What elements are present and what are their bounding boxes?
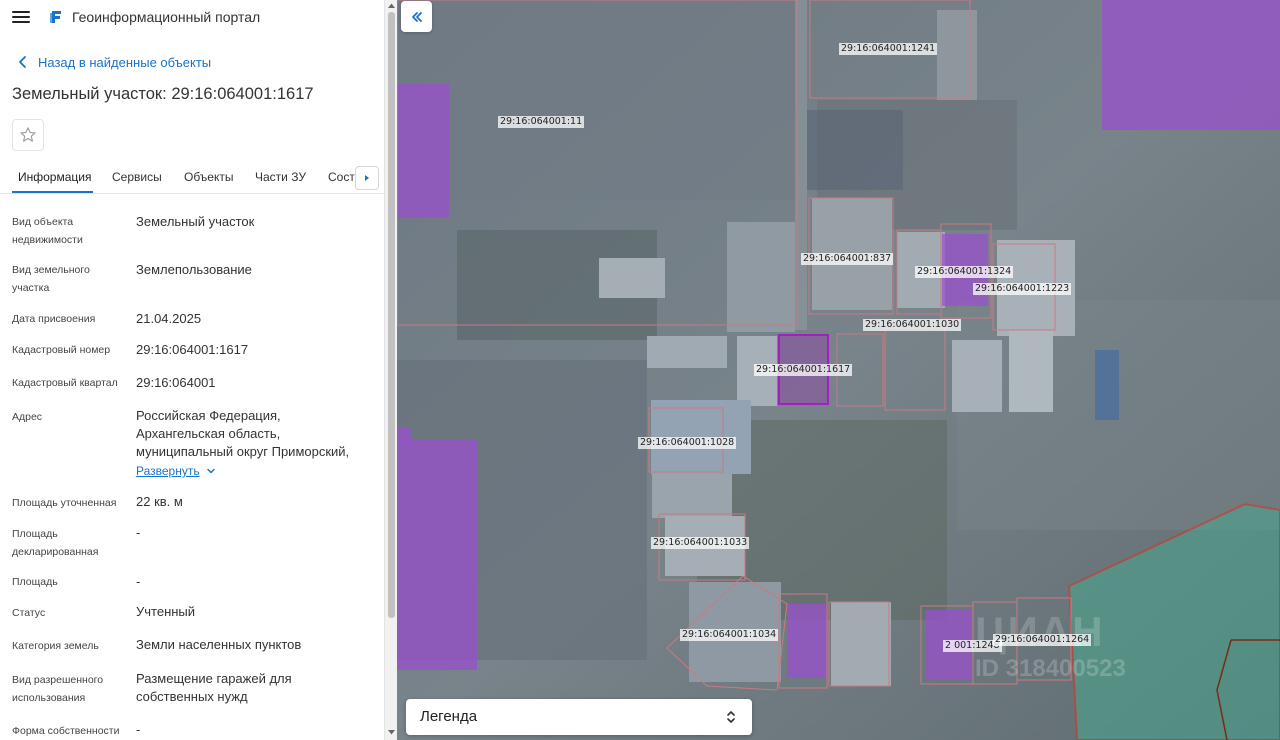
expand-address-link[interactable]: Развернуть [136, 464, 216, 478]
label-area-declared: Площадь декларированная [12, 528, 99, 558]
hamburger-icon-line [12, 11, 30, 13]
info-panel: Геоинформационный портал Назад в найденн… [0, 0, 384, 740]
tab-objects[interactable]: Объекты [184, 170, 234, 184]
legend-label: Легенда [420, 708, 478, 725]
value-address-line: Российская Федерация, [136, 408, 281, 423]
parcel-label-selected[interactable]: 29:16:064001:1617 [754, 364, 853, 376]
value-address-line: Архангельская область, [136, 426, 281, 441]
label-area: Площадь [12, 576, 58, 588]
chevron-down-icon [206, 468, 215, 474]
value-land-category: Земли населенных пунктов [136, 637, 302, 652]
value-assign-date: 21.04.2025 [136, 311, 202, 326]
parcel-label[interactable]: 29:16:064001:1241 [839, 43, 938, 55]
tab-services[interactable]: Сервисы [112, 170, 162, 184]
menu-button[interactable] [12, 9, 30, 25]
parcel-label[interactable]: 29:16:064001:11 [498, 116, 585, 128]
value-status: Учтенный [136, 604, 196, 619]
label-assign-date: Дата присвоения [12, 313, 96, 325]
triangle-right-icon [365, 175, 369, 181]
value-area-declared: - [136, 525, 141, 540]
tab-information[interactable]: Информация [18, 170, 91, 184]
top-bar: Геоинформационный портал [0, 0, 384, 34]
active-tab-indicator [12, 191, 93, 193]
tab-bar: Информация Сервисы Объекты Части ЗУ Сост… [0, 160, 384, 194]
parcel-label[interactable]: 29:16:064001:1264 [993, 634, 1092, 646]
label-cadastral-number: Кадастровый номер [12, 344, 111, 356]
value-cadastral-quarter: 29:16:064001 [136, 375, 216, 390]
favorite-button[interactable] [12, 119, 44, 151]
map-view[interactable]: ЦИАН ID 318400523 29:16:064001:1241 29:1… [397, 0, 1280, 740]
value-area-precise: 22 кв. м [136, 494, 183, 509]
label-status: Статус [12, 607, 46, 619]
star-outline-icon [20, 127, 36, 142]
value-cadastral-number: 29:16:064001:1617 [136, 342, 249, 357]
value-parcel-type: Землепользование [136, 262, 252, 277]
label-address: Адрес [12, 411, 43, 423]
app-title: Геоинформационный портал [72, 9, 261, 25]
panel-scrollbar[interactable] [384, 0, 397, 740]
chevron-left-icon [19, 56, 26, 68]
value-address-line: муниципальный округ Приморский, [136, 444, 350, 459]
scroll-thumb[interactable] [388, 12, 395, 618]
legend-toggle[interactable]: Легенда [406, 699, 752, 735]
parcel-label[interactable]: 29:16:064001:1030 [863, 319, 962, 331]
value-area: - [136, 574, 141, 589]
back-to-results-link[interactable]: Назад в найденные объекты [16, 53, 211, 71]
watermark-id: ID 318400523 [975, 655, 1126, 682]
double-chevron-left-icon [411, 11, 422, 22]
parcel-label[interactable]: 29:16:064001:1033 [651, 537, 750, 549]
label-parcel-type: Вид земельного участка [12, 264, 90, 294]
value-object-type: Земельный участок [136, 214, 255, 229]
hamburger-icon-line [12, 16, 30, 18]
value-permitted-use: Размещение гаражей для собственных нужд [136, 671, 292, 704]
label-land-category: Категория земель [12, 640, 99, 652]
collapse-panel-button[interactable] [401, 1, 432, 32]
tab-parts[interactable]: Части ЗУ [255, 170, 306, 184]
tab-scroll-right-button[interactable] [355, 166, 379, 190]
value-ownership-form: - [136, 722, 141, 737]
page-title: Земельный участок: 29:16:064001:1617 [12, 85, 314, 103]
back-link-label: Назад в найденные объекты [38, 54, 212, 70]
parcel-label[interactable]: 29:16:064001:1223 [973, 283, 1072, 295]
parcel-label[interactable]: 29:16:064001:1324 [915, 266, 1014, 278]
label-object-type: Вид объекта недвижимости [12, 216, 83, 246]
expand-label: Развернуть [136, 464, 200, 478]
label-cadastral-quarter: Кадастровый квартал [12, 377, 118, 389]
parcel-label[interactable]: 29:16:064001:837 [801, 253, 894, 265]
label-ownership-form: Форма собственности [12, 725, 120, 737]
parcel-label[interactable]: 29:16:064001:1028 [638, 437, 737, 449]
scroll-up-arrow-icon[interactable] [387, 2, 396, 9]
portal-logo-icon [50, 11, 61, 23]
scroll-down-arrow-icon[interactable] [387, 729, 396, 736]
label-permitted-use: Вид разрешенного использования [12, 674, 104, 704]
hamburger-icon-line [12, 21, 30, 23]
chevron-up-down-icon [727, 711, 735, 723]
label-area-precise: Площадь уточненная [12, 497, 117, 509]
parcel-label[interactable]: 29:16:064001:1034 [680, 629, 779, 641]
